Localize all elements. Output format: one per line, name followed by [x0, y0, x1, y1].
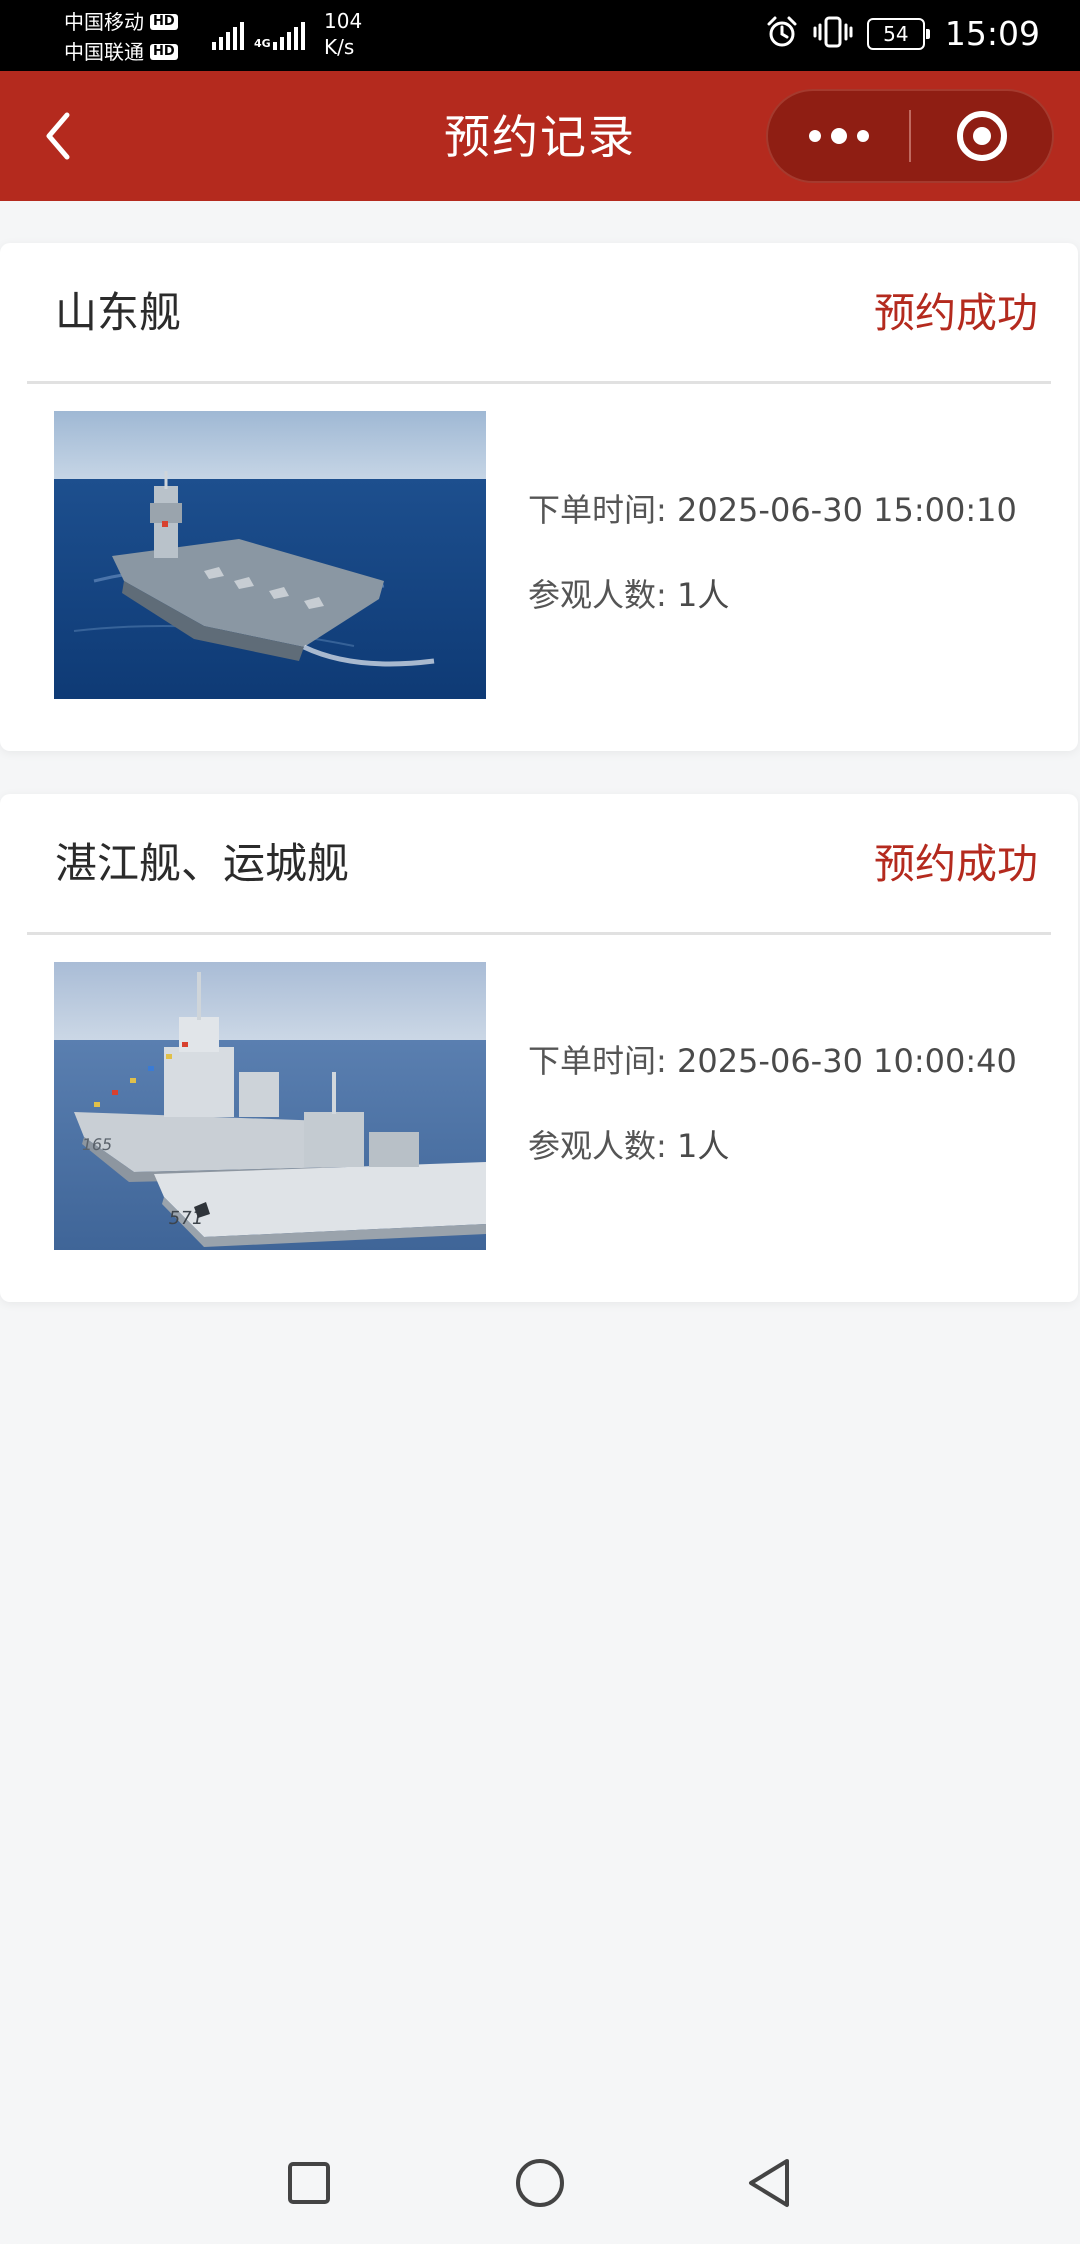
vibrate-icon: [813, 15, 853, 53]
carrier-2-label: 中国联通: [64, 40, 144, 64]
alarm-icon: [765, 15, 799, 53]
card-header: 湛江舰、运城舰 预约成功: [0, 794, 1078, 933]
order-time-value: 2025-06-30 10:00:40: [676, 1042, 1017, 1080]
back-icon: [749, 2159, 789, 2207]
signal-bars-1-icon: [212, 20, 244, 50]
card-divider: [27, 381, 1051, 384]
record-title: 湛江舰、运城舰: [55, 839, 350, 888]
visitors-value: 1人: [676, 576, 730, 614]
signal-bars-2-icon: [272, 20, 305, 50]
carrier-info: 中国移动 HD 中国联通 HD: [64, 7, 178, 67]
speed-value: 104: [324, 9, 363, 33]
hd-badge: HD: [150, 14, 178, 30]
status-right: 54 15:09: [765, 14, 1040, 53]
aircraft-carrier-image: [54, 411, 486, 699]
order-time-label: 下单时间:: [528, 1042, 667, 1080]
carrier-1-label: 中国移动: [64, 10, 144, 34]
order-time-row: 下单时间: 2025-06-30 10:00:40: [528, 1039, 1017, 1083]
more-button[interactable]: [768, 91, 909, 181]
battery-level: 54: [883, 21, 909, 46]
record-title: 山东舰: [55, 288, 182, 337]
visitors-value: 1人: [676, 1127, 730, 1165]
battery-indicator: 54: [866, 17, 930, 50]
visitors-row: 参观人数: 1人: [528, 1124, 729, 1168]
hd-badge: HD: [150, 44, 178, 60]
speed-unit: K/s: [324, 35, 355, 59]
close-button[interactable]: [911, 91, 1052, 181]
card-header: 山东舰 预约成功: [0, 243, 1078, 382]
status-time: 15:09: [944, 14, 1040, 53]
mini-program-capsule: [766, 89, 1054, 183]
card-divider: [27, 932, 1051, 935]
recent-apps-icon: [288, 2162, 330, 2204]
visitors-label: 参观人数:: [528, 1127, 667, 1165]
home-button[interactable]: [505, 2148, 575, 2218]
order-time-row: 下单时间: 2025-06-30 15:00:10: [528, 488, 1017, 532]
visitors-label: 参观人数:: [528, 576, 667, 614]
target-circle-icon: [956, 111, 1007, 161]
record-card[interactable]: 湛江舰、运城舰 预约成功 165 571 下单时间: 2025-06-30 10…: [0, 794, 1078, 1302]
record-status: 预约成功: [874, 840, 1038, 888]
network-type-label: 4G: [254, 37, 271, 50]
home-icon: [516, 2159, 564, 2207]
system-back-button[interactable]: [734, 2148, 804, 2218]
navigation-bar: 预约记录: [0, 71, 1080, 201]
status-bar: 中国移动 HD 中国联通 HD 4G 104 K/s 54 15:09: [0, 0, 1080, 71]
visitors-row: 参观人数: 1人: [528, 573, 729, 617]
more-dots-icon: [808, 128, 869, 144]
order-time-value: 2025-06-30 15:00:10: [676, 491, 1017, 529]
recent-apps-button[interactable]: [274, 2148, 344, 2218]
network-speed: 104 K/s: [324, 8, 362, 60]
signal-indicators: 4G: [212, 20, 305, 50]
warships-image: 165 571: [54, 962, 486, 1250]
record-card[interactable]: 山东舰 预约成功 下单时间: 2025-06-30 15:00:10 参观人数:…: [0, 243, 1078, 751]
order-time-label: 下单时间:: [528, 491, 667, 529]
system-navigation-bar: [0, 2120, 1080, 2244]
svg-text:165: 165: [80, 1135, 114, 1154]
record-status: 预约成功: [874, 289, 1038, 337]
